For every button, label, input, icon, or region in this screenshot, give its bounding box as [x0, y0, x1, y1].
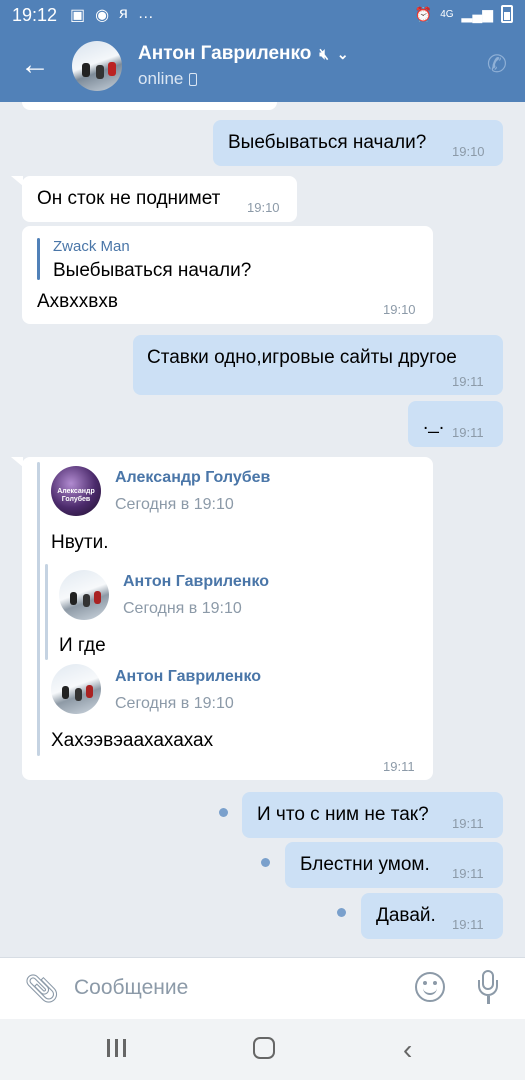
message-time: 19:11 [452, 866, 484, 881]
forward-text: Нвути. [51, 532, 109, 553]
message-input[interactable]: Сообщение [74, 976, 188, 1000]
nested-author-avatar[interactable] [59, 570, 109, 620]
message-outgoing[interactable]: ._. 19:11 [408, 401, 503, 447]
forward-date: Сегодня в 19:10 [115, 496, 234, 513]
forward-author-avatar[interactable] [51, 664, 101, 714]
bubble-tail [11, 176, 23, 186]
microphone-icon[interactable] [478, 970, 498, 1006]
avatar-label: Александр Голубев [57, 488, 95, 503]
nested-author-name[interactable]: Антон Гавриленко [123, 573, 269, 591]
message-time: 19:10 [383, 302, 416, 317]
previous-message-stub [22, 102, 277, 110]
chat-header: 19:12 ▣ ◉ я … ⏰ 4G ▂▄▆ ← Антон Гавриленк… [0, 0, 525, 102]
forward-text: Хахээвэаахахахах [51, 730, 214, 751]
message-time: 19:11 [452, 917, 484, 932]
message-text: Давай. [376, 905, 436, 926]
message-time: 19:10 [247, 200, 280, 215]
message-outgoing[interactable]: Ставки одно,игровые сайты другое 19:11 [133, 335, 503, 395]
status-time: 19:12 [12, 5, 58, 25]
message-time: 19:11 [383, 759, 415, 774]
message-outgoing[interactable]: Выебываться начали? 19:10 [213, 120, 503, 166]
message-incoming-reply[interactable]: Zwack Man Выебываться начали? Ахвххвхв 1… [22, 226, 433, 324]
contact-title[interactable]: Антон Гавриленко 🔇︎ ⌄ [138, 43, 349, 65]
battery-icon [501, 5, 513, 23]
signal-icon: ▂▄▆ [461, 5, 493, 22]
home-icon[interactable] [253, 1037, 275, 1059]
muted-icon: 🔇︎ [319, 45, 329, 63]
alarm-icon: ⏰ [414, 5, 433, 22]
phone-call-icon[interactable]: ✆ [487, 50, 507, 79]
forward-author-avatar[interactable]: Александр Голубев [51, 466, 101, 516]
message-outgoing[interactable]: Давай. 19:11 [361, 893, 503, 939]
online-label: online [138, 69, 184, 88]
message-text: ._. [423, 413, 445, 434]
contact-avatar[interactable] [72, 41, 122, 91]
unread-dot [219, 808, 228, 817]
status-left-icons: ▣ ◉ я … [70, 5, 154, 25]
message-text: Ставки одно,игровые сайты другое [147, 347, 457, 368]
message-text: И что с ним не так? [257, 804, 429, 825]
back-arrow-icon[interactable]: ← [20, 48, 54, 82]
nested-text: И где [59, 635, 106, 656]
message-text: Он сток не поднимет [37, 188, 221, 209]
nested-date: Сегодня в 19:10 [123, 600, 242, 617]
forward-quote-bar [37, 462, 40, 756]
message-text: Блестни умом. [300, 854, 430, 875]
status-right-icons: ⏰ 4G ▂▄▆ [415, 5, 513, 23]
message-time: 19:11 [452, 425, 484, 440]
message-outgoing[interactable]: Блестни умом. 19:11 [285, 842, 503, 888]
more-notifications-icon: … [137, 5, 154, 22]
forward-author-name[interactable]: Антон Гавриленко [115, 668, 261, 686]
system-navigation-bar: ‹ [0, 1019, 525, 1080]
bubble-tail [11, 457, 23, 467]
image-icon: ▣ [70, 7, 86, 24]
network-type: 4G [440, 8, 454, 20]
reply-text: Выебываться начали? [53, 260, 252, 281]
chevron-down-icon: ⌄ [336, 45, 349, 62]
yandex-icon: я [119, 5, 128, 22]
forward-author-name[interactable]: Александр Голубев [115, 469, 270, 487]
contact-name: Антон Гавриленко [138, 43, 312, 64]
message-time: 19:11 [452, 816, 484, 831]
message-time: 19:11 [452, 374, 484, 389]
unread-dot [337, 908, 346, 917]
message-incoming-forwarded[interactable]: Александр Голубев Александр Голубев Сего… [22, 457, 433, 780]
unread-dot [261, 858, 270, 867]
status-bar: 19:12 ▣ ◉ я … ⏰ 4G ▂▄▆ [0, 0, 525, 30]
reply-quote-bar [37, 238, 40, 280]
message-time: 19:10 [452, 144, 485, 159]
forward-date: Сегодня в 19:10 [115, 695, 234, 712]
contact-status: online [138, 69, 198, 89]
attach-paperclip-icon[interactable]: 📎︎ [24, 972, 60, 1005]
nested-forward-bar [45, 564, 48, 660]
message-incoming[interactable]: Он сток не поднимет 19:10 [22, 176, 297, 222]
message-text: Выебываться начали? [228, 132, 427, 153]
mobile-icon [189, 72, 198, 86]
app-icon: ◉ [95, 7, 110, 24]
recent-apps-icon[interactable] [107, 1039, 127, 1059]
message-outgoing[interactable]: И что с ним не так? 19:11 [242, 792, 503, 838]
message-composer: 📎︎ Сообщение [0, 957, 525, 1019]
system-back-icon[interactable]: ‹ [403, 1034, 412, 1066]
reply-author[interactable]: Zwack Man [53, 238, 130, 255]
message-text: Ахвххвхв [37, 291, 118, 312]
emoji-icon[interactable] [415, 972, 445, 1002]
